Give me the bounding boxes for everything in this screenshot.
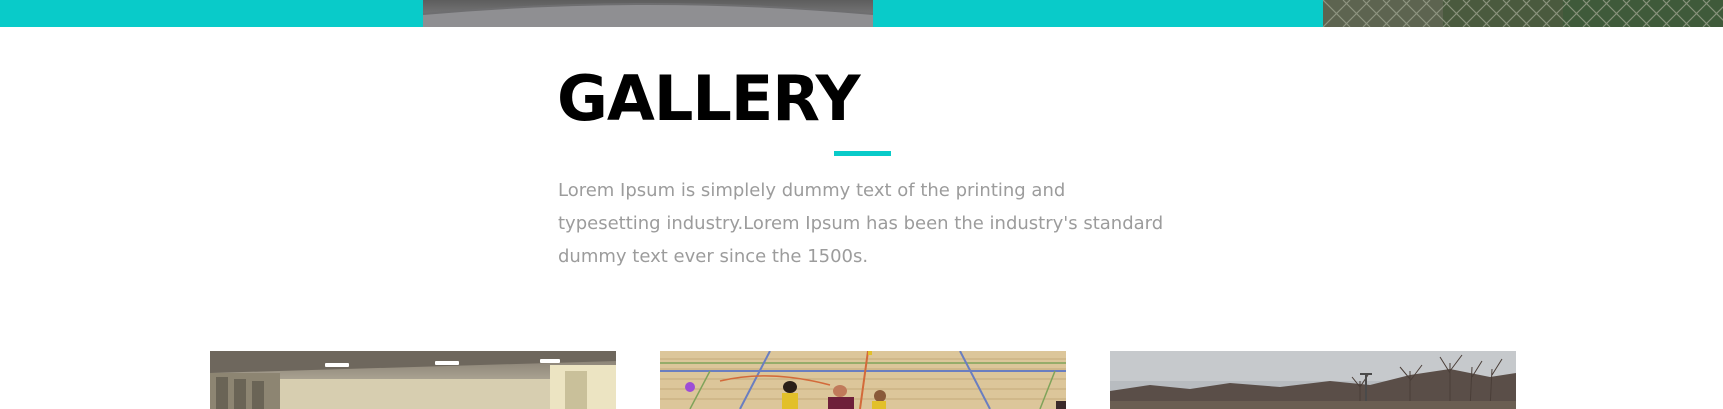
gallery-image-gym-floor[interactable]	[660, 351, 1066, 409]
gallery-grid	[0, 351, 1723, 409]
title-underline	[834, 151, 891, 156]
strip-photo-tile[interactable]	[423, 0, 873, 27]
indoor-hall-photo-icon	[210, 351, 616, 409]
gym-floor-kids-playing-photo-icon	[660, 351, 1066, 409]
chain-link-fence-photo-icon	[1323, 0, 1723, 27]
bare-trees-field-photo-icon	[1110, 351, 1516, 409]
strip-photo-tile[interactable]	[1323, 0, 1723, 27]
page: GALLERY Lorem Ipsum is simplely dummy te…	[0, 0, 1723, 409]
grey-ground-photo-icon	[423, 0, 873, 27]
gallery-intro-text: Lorem Ipsum is simplely dummy text of th…	[558, 180, 1164, 267]
strip-teal-block	[873, 0, 1323, 27]
gallery-title: GALLERY	[557, 62, 860, 135]
gallery-image-trees-field[interactable]	[1110, 351, 1516, 409]
strip-teal-block	[0, 0, 423, 27]
top-image-strip	[0, 0, 1723, 27]
gallery-image-indoor-hall[interactable]	[210, 351, 616, 409]
